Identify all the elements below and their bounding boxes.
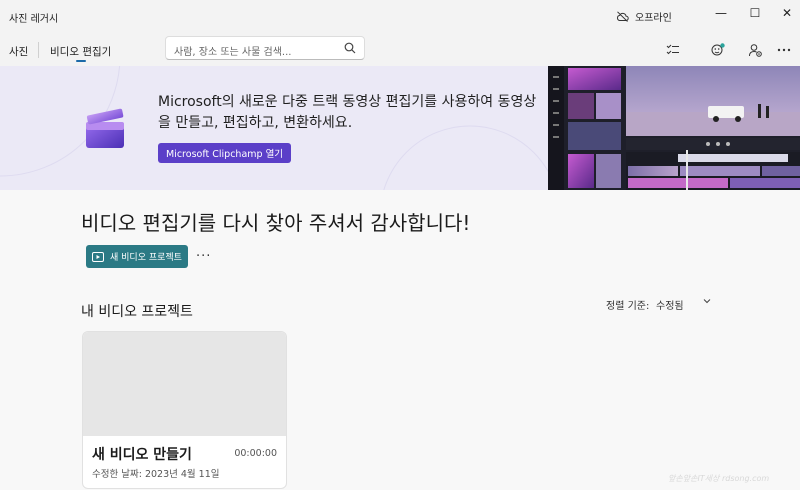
app-title: 사진 레거시 <box>9 14 59 25</box>
minimize-button[interactable]: — <box>702 0 740 26</box>
new-video-project-button[interactable]: 새 비디오 프로젝트 <box>86 245 188 268</box>
search-box[interactable]: 사람, 장소 또는 사물 검색... <box>165 36 365 60</box>
chevron-down-icon[interactable] <box>703 297 711 305</box>
people-icon[interactable] <box>709 41 727 59</box>
minimize-icon: — <box>715 6 727 20</box>
search-input[interactable]: 사람, 장소 또는 사물 검색... <box>174 43 291 58</box>
page-title: 비디오 편집기를 다시 찾아 주셔서 감사합니다! <box>81 211 471 235</box>
maximize-icon: ☐ <box>749 6 761 20</box>
search-icon[interactable] <box>344 42 356 54</box>
nav-bar: 사진 비디오 편집기 사람, 장소 또는 사물 검색... <box>0 32 800 66</box>
cloud-offline-icon <box>617 11 629 22</box>
banner-message: Microsoft의 새로운 다중 트랙 동영상 편집기를 사용하여 동영상을 … <box>158 94 537 131</box>
account-settings-icon[interactable] <box>746 41 764 59</box>
offline-label: 오프라인 <box>635 13 672 24</box>
project-title: 새 비디오 만들기 <box>92 447 192 463</box>
tab-photos[interactable]: 사진 <box>9 44 28 59</box>
offline-status[interactable]: 오프라인 <box>616 9 672 24</box>
video-add-icon <box>92 251 104 262</box>
project-duration: 00:00:00 <box>234 448 277 459</box>
project-card[interactable]: 새 비디오 만들기 00:00:00 수정한 날짜: 2023년 4월 11일 <box>82 331 287 489</box>
checklist-icon[interactable] <box>664 41 682 59</box>
title-bar: 사진 레거시 오프라인 — ☐ ✕ <box>0 0 800 32</box>
tab-video-editor[interactable]: 비디오 편집기 <box>50 44 111 59</box>
close-icon: ✕ <box>781 6 793 20</box>
more-icon[interactable] <box>775 41 793 59</box>
project-thumbnail <box>83 332 286 436</box>
sort-dropdown[interactable]: 수정됨 <box>656 297 684 312</box>
more-options-button[interactable]: ··· <box>196 249 211 264</box>
watermark: 앞손앞손IT세상 rdsong.com <box>668 474 770 483</box>
project-modified-date: 수정한 날짜: 2023년 4월 11일 <box>92 469 220 480</box>
open-clipchamp-button[interactable]: Microsoft Clipchamp 열기 <box>158 143 292 163</box>
sort-label: 정렬 기준: <box>606 301 650 312</box>
close-button[interactable]: ✕ <box>768 0 800 26</box>
clipchamp-logo-icon <box>86 108 124 148</box>
selected-tab-indicator <box>76 60 86 62</box>
new-video-project-label: 새 비디오 프로젝트 <box>110 253 182 263</box>
tab-divider <box>38 42 39 58</box>
clipchamp-editor-preview-image <box>548 66 800 190</box>
section-title: 내 비디오 프로젝트 <box>81 304 193 320</box>
